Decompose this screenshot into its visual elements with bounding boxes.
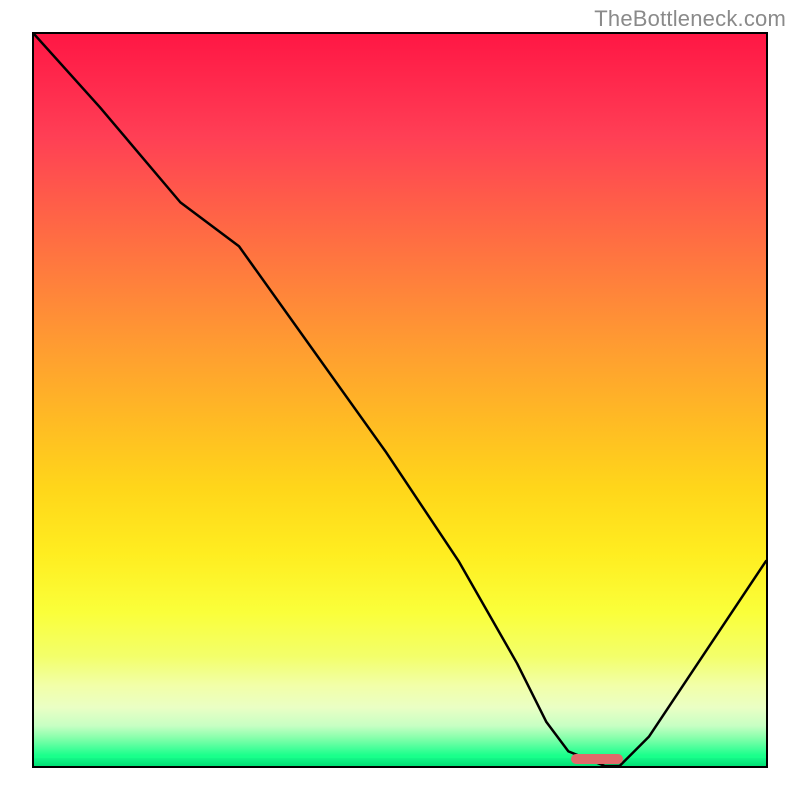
- watermark-text: TheBottleneck.com: [594, 6, 786, 32]
- bottleneck-curve-path: [34, 34, 766, 766]
- chart-container: TheBottleneck.com: [0, 0, 800, 800]
- curve-svg: [34, 34, 766, 766]
- plot-area: [32, 32, 768, 768]
- optimal-range-marker: [571, 754, 623, 764]
